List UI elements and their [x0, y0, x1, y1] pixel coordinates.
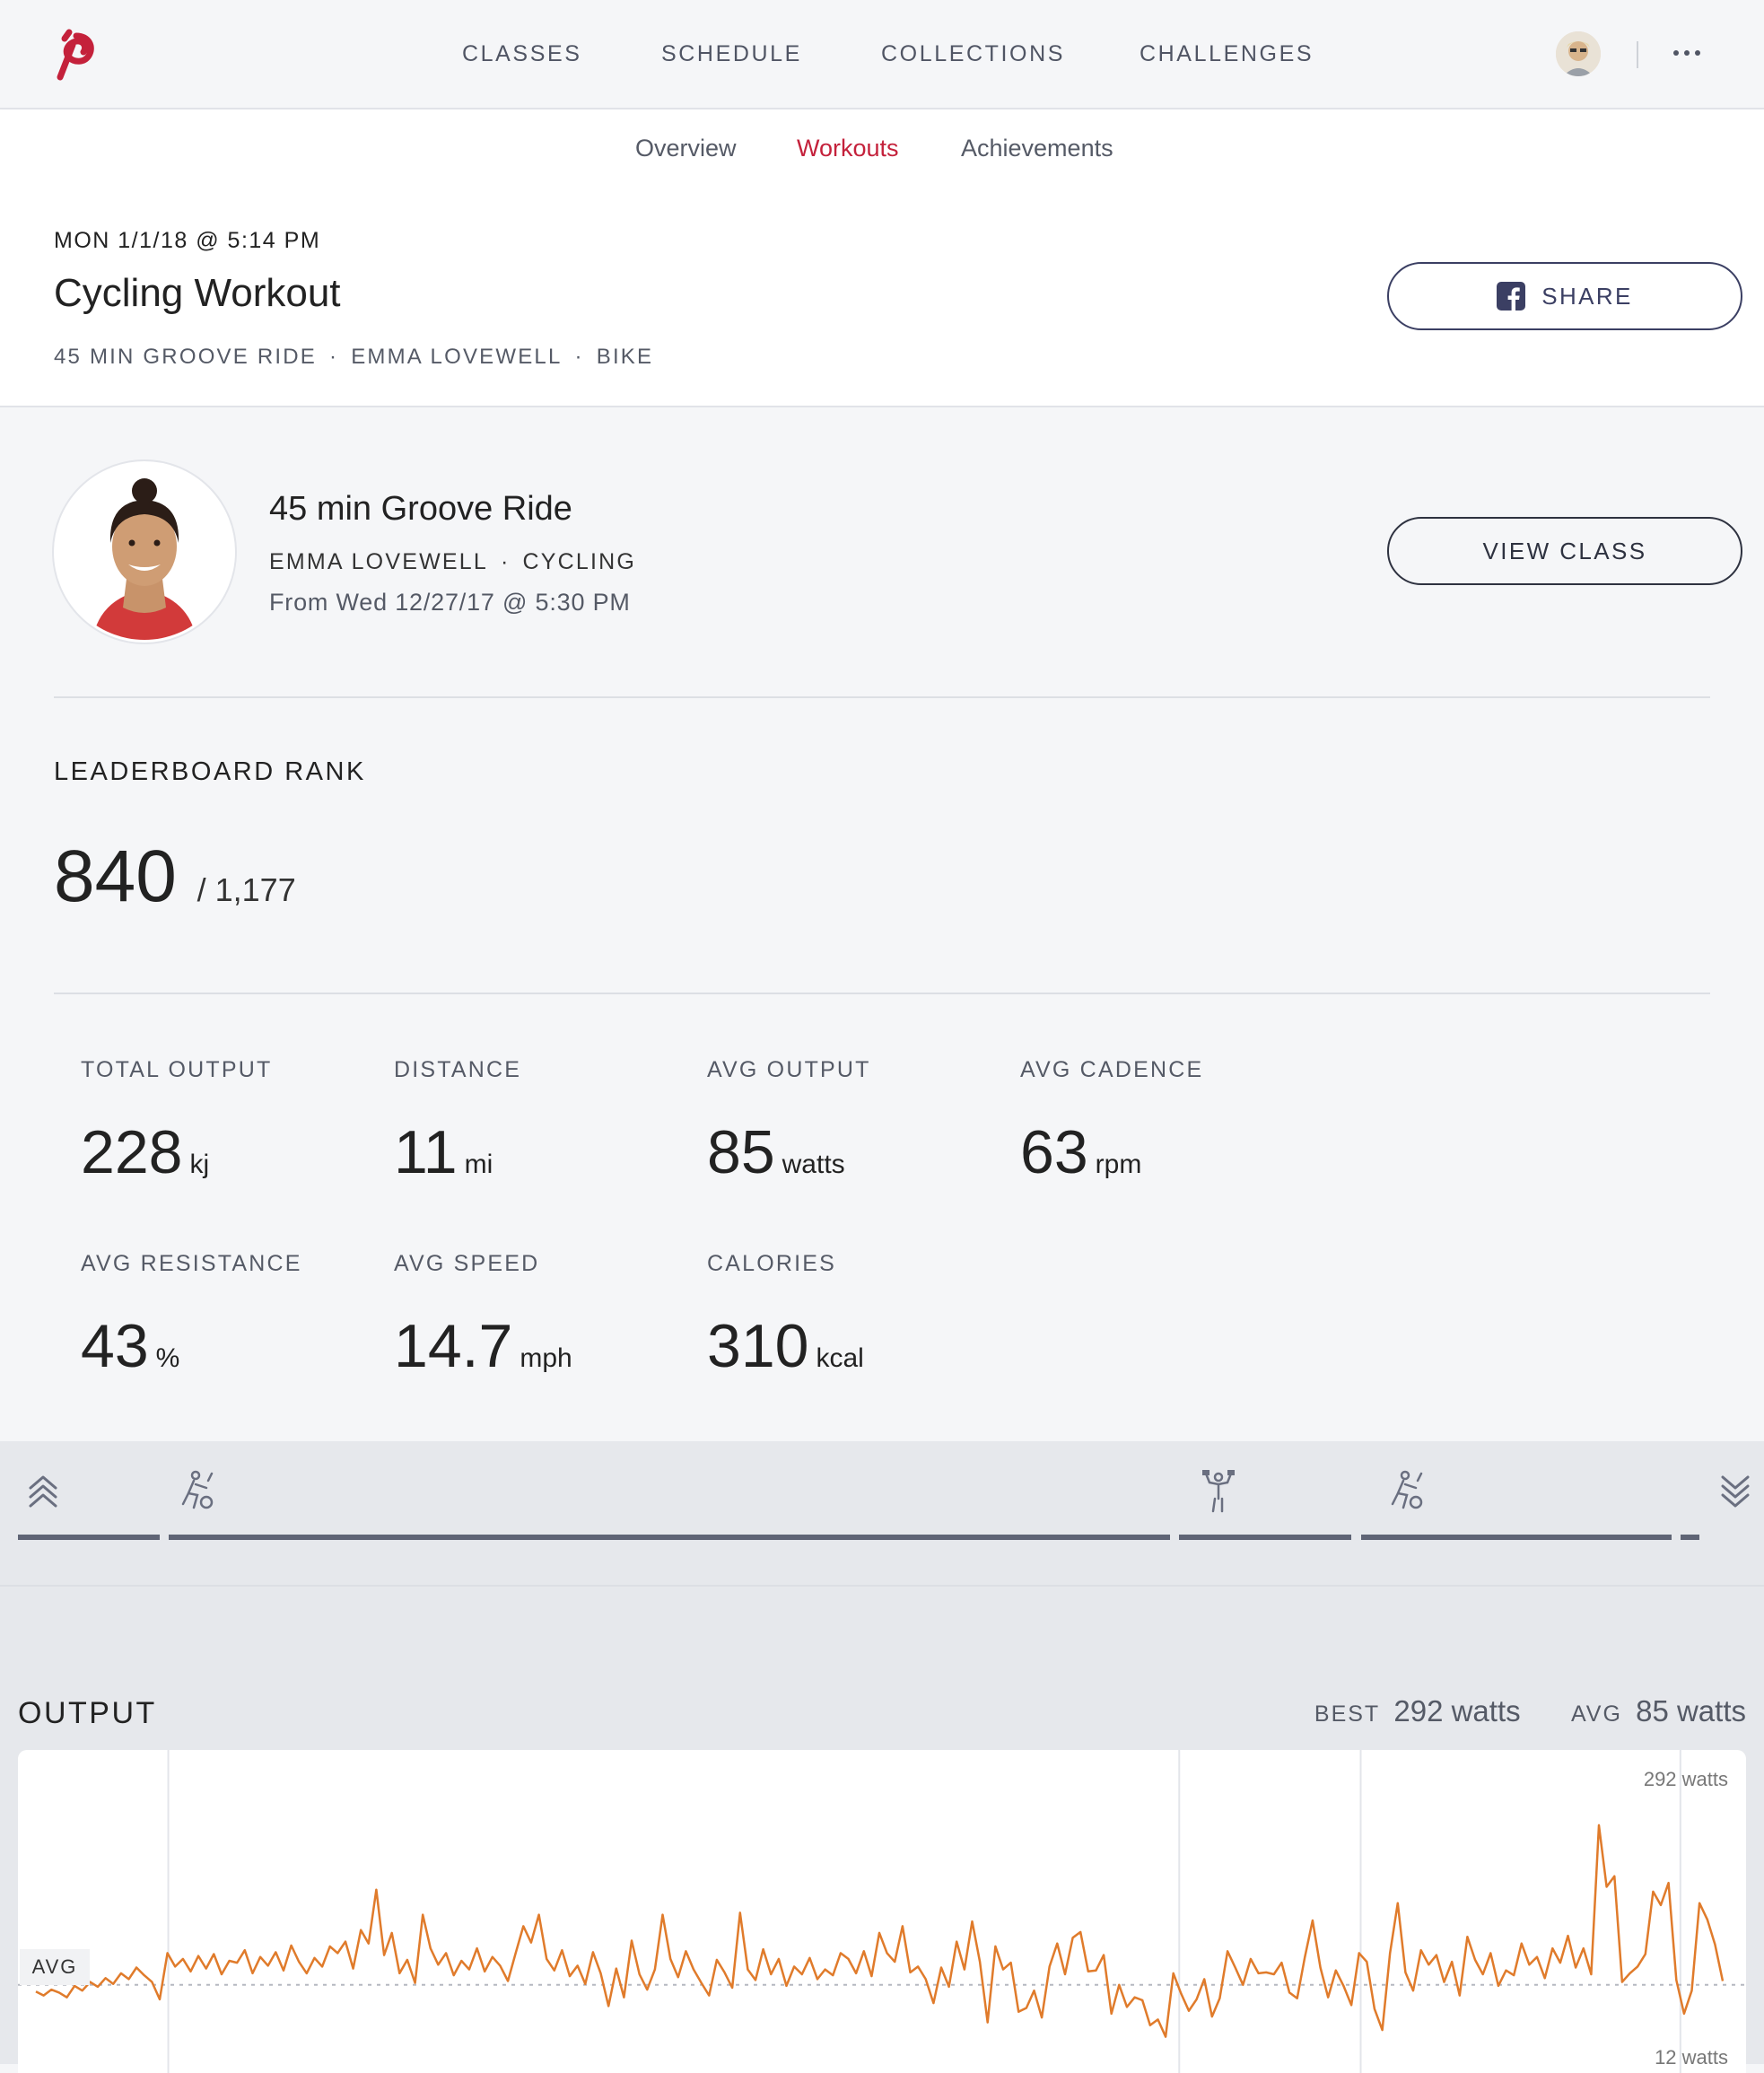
workout-header: MON 1/1/18 @ 5:14 PM Cycling Workout 45 … — [0, 188, 1764, 407]
stat-value: 14.7 mph — [394, 1312, 572, 1380]
profile-subnav: Overview Workouts Achievements — [0, 109, 1764, 188]
warmup-icon[interactable] — [23, 1468, 63, 1513]
class-instructor: EMMA LOVEWELL — [269, 549, 488, 574]
view-class-label: VIEW CLASS — [1482, 537, 1647, 564]
leaderboard-total: / 1,177 — [196, 871, 296, 908]
more-options-icon[interactable] — [1669, 39, 1705, 66]
stat-label: CALORIES — [707, 1251, 837, 1276]
segment-line — [1179, 1535, 1352, 1540]
arms-weights-icon[interactable] — [1199, 1468, 1238, 1513]
top-navigation-bar: CLASSES SCHEDULE COLLECTIONS CHALLENGES — [0, 0, 1764, 109]
segment-line — [168, 1535, 1171, 1540]
best-label: BEST — [1314, 1701, 1381, 1727]
class-discipline: CYCLING — [522, 549, 637, 574]
stat-total-output: TOTAL OUTPUT 228 kj — [81, 1057, 272, 1187]
nav-schedule[interactable]: SCHEDULE — [661, 41, 802, 67]
stat-label: AVG SPEED — [394, 1251, 540, 1276]
stat-value: 85 watts — [707, 1118, 845, 1186]
cycling-icon[interactable] — [178, 1468, 217, 1513]
stat-avg-cadence: AVG CADENCE 63 rpm — [1020, 1057, 1203, 1187]
stat-label: TOTAL OUTPUT — [81, 1057, 273, 1082]
stat-distance: DISTANCE 11 mi — [394, 1057, 521, 1187]
class-meta: EMMA LOVEWELL · CYCLING — [269, 549, 636, 575]
output-chart-svg — [18, 1750, 1746, 2073]
user-avatar-icon — [1556, 31, 1601, 76]
facebook-icon — [1497, 282, 1526, 311]
workout-meta: 45 MIN GROOVE RIDE · EMMA LOVEWELL · BIKE — [54, 345, 653, 370]
instructor-portrait-icon — [57, 464, 232, 640]
leaderboard-rank-value: 840 — [54, 835, 177, 917]
class-details-section: 45 min Groove Ride EMMA LOVEWELL · CYCLING… — [0, 407, 1764, 1439]
segment-line — [1680, 1535, 1699, 1540]
stat-unit: watts — [782, 1150, 845, 1179]
stat-unit: % — [155, 1343, 180, 1373]
class-title: 45 min Groove Ride — [269, 490, 572, 528]
share-button-label: SHARE — [1541, 282, 1633, 310]
stat-unit: kcal — [816, 1343, 864, 1373]
chart-min-label: 12 watts — [1655, 2046, 1728, 2069]
best-value: 292 watts — [1393, 1694, 1521, 1728]
nav-divider — [1637, 41, 1638, 68]
output-chart[interactable]: AVG 292 watts 12 watts — [18, 1750, 1746, 2073]
workout-instructor: EMMA LOVEWELL — [351, 345, 563, 369]
output-label: OUTPUT — [18, 1696, 157, 1730]
workout-date: MON 1/1/18 @ 5:14 PM — [54, 228, 321, 253]
nav-classes[interactable]: CLASSES — [462, 41, 582, 67]
avg-value: 85 watts — [1636, 1694, 1746, 1728]
separator-dot: · — [500, 549, 511, 574]
stat-avg-resistance: AVG RESISTANCE 43% — [81, 1251, 302, 1381]
instructor-photo — [54, 461, 235, 643]
stat-value: 11 mi — [394, 1118, 493, 1186]
tab-achievements[interactable]: Achievements — [961, 135, 1113, 162]
workout-title: Cycling Workout — [54, 271, 341, 315]
segment-line — [1360, 1535, 1672, 1540]
chart-max-label: 292 watts — [1643, 1768, 1728, 1790]
stat-label: AVG RESISTANCE — [81, 1251, 302, 1276]
cycling-icon[interactable] — [1387, 1468, 1427, 1513]
divider — [54, 993, 1710, 994]
stat-unit: kj — [189, 1150, 210, 1179]
stat-label: DISTANCE — [394, 1057, 522, 1082]
user-avatar[interactable] — [1556, 31, 1601, 76]
stat-unit: rpm — [1095, 1150, 1142, 1179]
stat-unit: mph — [520, 1343, 572, 1373]
avg-tag: AVG — [20, 1949, 90, 1985]
tab-workouts[interactable]: Workouts — [797, 135, 899, 162]
avg-label: AVG — [1570, 1701, 1622, 1727]
divider — [54, 696, 1710, 698]
nav-collections[interactable]: COLLECTIONS — [881, 41, 1065, 67]
workout-device: BIKE — [596, 345, 654, 369]
workout-class-name: 45 MIN GROOVE RIDE — [54, 345, 317, 369]
stat-value: 63 rpm — [1020, 1118, 1142, 1186]
stat-value: 43% — [81, 1312, 180, 1380]
peloton-logo-icon[interactable] — [49, 25, 103, 84]
separator-dot: · — [328, 345, 339, 369]
share-button[interactable]: SHARE — [1387, 262, 1742, 330]
view-class-button[interactable]: VIEW CLASS — [1387, 517, 1742, 585]
stat-value: 228 kj — [81, 1118, 210, 1186]
stat-label: AVG OUTPUT — [707, 1057, 871, 1082]
output-series-line — [35, 1824, 1725, 2038]
leaderboard-rank: 840 / 1,177 — [54, 835, 296, 919]
class-original-date: From Wed 12/27/17 @ 5:30 PM — [269, 589, 631, 616]
cooldown-icon[interactable] — [1716, 1468, 1755, 1513]
segment-timeline — [0, 1441, 1764, 1587]
stat-unit: mi — [464, 1150, 493, 1179]
stat-avg-speed: AVG SPEED 14.7 mph — [394, 1251, 572, 1381]
output-section: OUTPUT BEST 292 watts AVG 85 watts AVG 2… — [0, 1587, 1764, 2073]
stat-calories: CALORIES 310 kcal — [707, 1251, 864, 1381]
stat-value: 310 kcal — [707, 1312, 864, 1380]
nav-challenges[interactable]: CHALLENGES — [1140, 41, 1314, 67]
stat-label: AVG CADENCE — [1020, 1057, 1204, 1082]
output-summary: BEST 292 watts AVG 85 watts — [1314, 1694, 1746, 1728]
tab-overview[interactable]: Overview — [635, 135, 737, 162]
leaderboard-label: LEADERBOARD RANK — [54, 757, 366, 786]
stat-avg-output: AVG OUTPUT 85 watts — [707, 1057, 871, 1187]
segment-line — [18, 1535, 160, 1540]
separator-dot: · — [574, 345, 584, 369]
